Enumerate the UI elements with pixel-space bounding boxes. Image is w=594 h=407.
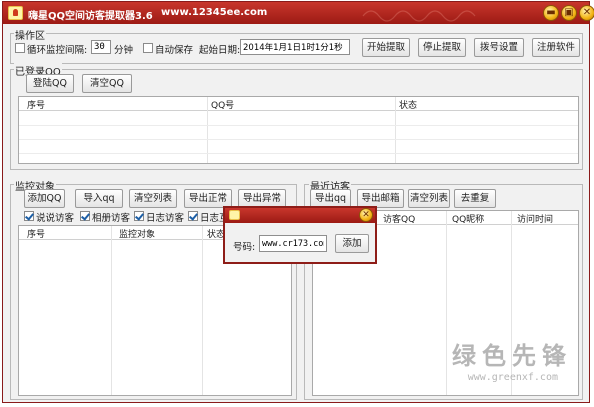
clear-qq-button[interactable]: 清空QQ [82, 74, 132, 93]
dial-settings-button[interactable]: 拨号设置 [474, 38, 524, 57]
blog-visitor-checkbox[interactable] [134, 211, 144, 221]
loop-monitor-label: 循环监控间隔: [27, 45, 88, 56]
dialog-close-button[interactable]: ✕ [359, 208, 373, 222]
table-header [19, 97, 578, 111]
number-label: 号码: [233, 242, 256, 253]
column-header: 序号 [27, 101, 46, 111]
autosave-label: 自动保存 [155, 45, 194, 56]
dedupe-button[interactable]: 去重复 [454, 189, 496, 208]
blog-mutual-checkbox[interactable] [188, 211, 198, 221]
row-divider [19, 125, 578, 126]
import-qq-button[interactable]: 导入qq [75, 189, 123, 208]
dialog-logo-icon [229, 210, 240, 220]
interval-unit-label: 分钟 [114, 45, 134, 56]
blog-visitor-label: 日志访客 [146, 213, 185, 224]
close-icon: ✕ [582, 7, 592, 18]
watermark-text: 绿色先锋 [452, 341, 572, 370]
minimize-icon: ▬ [546, 7, 556, 18]
column-header: 访客QQ [383, 215, 416, 225]
column-header: 状态 [399, 101, 418, 111]
clear-visitors-button[interactable]: 清空列表 [408, 189, 450, 208]
maximize-button[interactable]: ▣ [561, 5, 577, 21]
shuoshuo-visitor-label: 说说访客 [36, 213, 75, 224]
maximize-icon: ▣ [564, 7, 574, 18]
album-visitor-checkbox[interactable] [80, 211, 90, 221]
title-swirl-decoration [362, 10, 476, 22]
dialog-add-button[interactable]: 添加 [335, 234, 369, 253]
autosave-checkbox[interactable] [143, 43, 153, 53]
column-header: 序号 [27, 230, 46, 240]
interval-input[interactable] [91, 40, 111, 54]
clear-list-button[interactable]: 清空列表 [129, 189, 177, 208]
minimize-button[interactable]: ▬ [543, 5, 559, 21]
login-qq-button[interactable]: 登陆QQ [26, 74, 74, 93]
column-divider [111, 226, 112, 395]
row-divider [19, 153, 578, 154]
column-header: QQ号 [211, 101, 235, 111]
title-bar[interactable]: 嗨星QQ空间访客提取器3.6 www.12345ee.com ▬ ▣ ✕ [3, 2, 594, 24]
loop-monitor-checkbox[interactable] [15, 43, 25, 53]
column-header: QQ昵称 [452, 215, 485, 225]
watermark-url: www.greenxf.com [467, 372, 558, 383]
add-number-dialog: ✕ 号码: 添加 [223, 206, 377, 264]
dialog-title-bar[interactable]: ✕ [225, 208, 375, 223]
row-divider [19, 139, 578, 140]
shuoshuo-visitor-checkbox[interactable] [24, 211, 34, 221]
register-button[interactable]: 注册软件 [532, 38, 580, 57]
number-input[interactable] [259, 235, 327, 252]
window-title: 嗨星QQ空间访客提取器3.6 [28, 11, 153, 22]
start-extract-button[interactable]: 开始提取 [362, 38, 410, 57]
column-divider [446, 211, 447, 395]
start-date-label: 起始日期: [199, 45, 241, 56]
start-date-input[interactable] [240, 39, 350, 55]
window-url-text: www.12345ee.com [161, 7, 268, 18]
stop-extract-button[interactable]: 停止提取 [418, 38, 466, 57]
column-divider [202, 226, 203, 395]
app-logo-icon [8, 6, 23, 20]
add-qq-button[interactable]: 添加QQ [24, 189, 65, 208]
close-button[interactable]: ✕ [579, 5, 594, 21]
operations-group-label: 操作区 [14, 27, 46, 42]
close-icon: ✕ [362, 210, 370, 220]
column-header: 访问时间 [517, 215, 554, 225]
album-visitor-label: 相册访客 [92, 213, 131, 224]
column-header: 监控对象 [119, 230, 156, 240]
logged-qq-table[interactable]: 序号 QQ号 状态 [18, 96, 579, 164]
